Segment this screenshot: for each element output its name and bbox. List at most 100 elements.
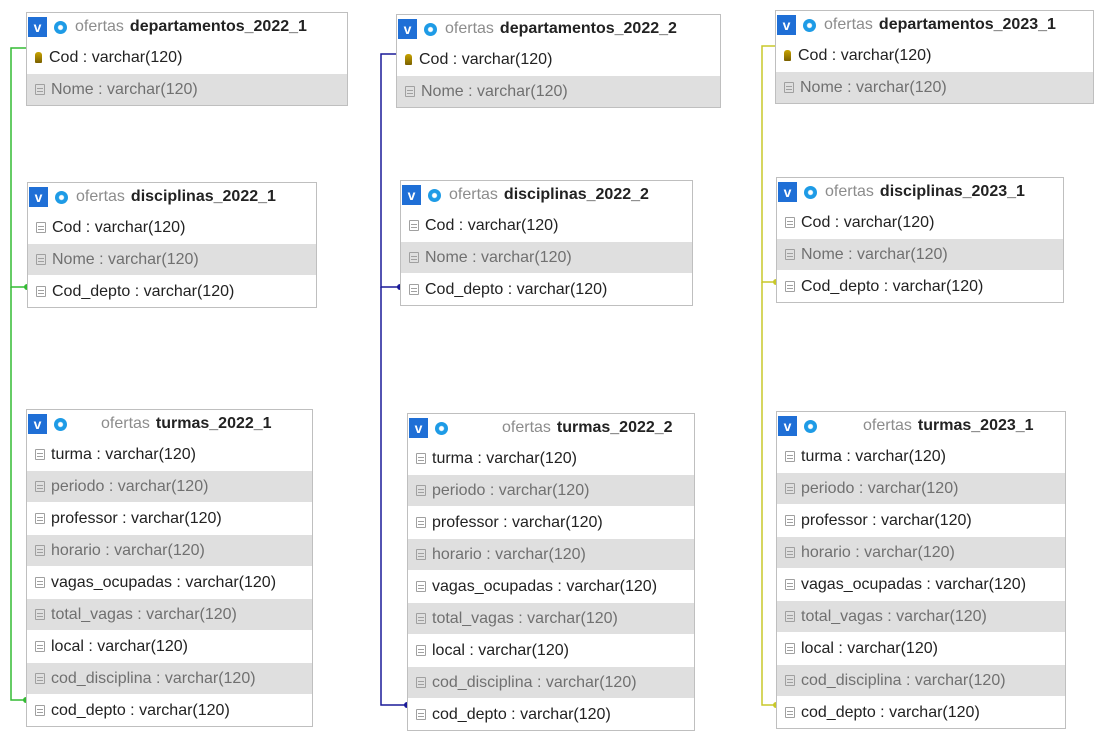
table-disciplinas-2022-1[interactable]: v ofertas disciplinas_2022_1 Cod : varchar(… — [27, 182, 317, 308]
column-row[interactable]: Nome : varchar(120) — [397, 75, 720, 107]
column-label: cod_disciplina : varchar(120) — [801, 671, 1006, 689]
table-turmas-2022-1[interactable]: v ofertas turmas_2022_1turma : varchar(120… — [26, 409, 313, 727]
column-row[interactable]: turma : varchar(120) — [777, 440, 1065, 472]
column-row[interactable]: Cod : varchar(120) — [777, 206, 1063, 238]
gear-icon[interactable] — [424, 185, 444, 205]
column-label: Cod : varchar(120) — [425, 216, 559, 234]
gear-icon[interactable] — [420, 19, 440, 39]
column-row[interactable]: turma : varchar(120) — [408, 442, 694, 474]
table-turmas-2023-1[interactable]: v ofertas turmas_2023_1 turma : varchar(120… — [776, 411, 1066, 729]
toggle-columns-icon[interactable]: v — [28, 414, 47, 434]
column-label: Nome : varchar(120) — [52, 250, 199, 268]
toggle-columns-icon[interactable]: v — [29, 187, 48, 207]
table-header[interactable]: v ofertas turmas_2023_1 — [777, 412, 1065, 440]
column-row[interactable]: total_vagas : varchar(120) — [777, 600, 1065, 632]
column-row[interactable]: vagas_ocupadas : varchar(120) — [408, 570, 694, 602]
column-row[interactable]: local : varchar(120) — [27, 630, 312, 662]
field-icon — [416, 517, 426, 528]
field-icon — [785, 547, 795, 558]
column-row[interactable]: periodo : varchar(120) — [777, 472, 1065, 504]
table-schema: ofertas — [101, 415, 150, 432]
column-row[interactable]: local : varchar(120) — [777, 632, 1065, 664]
table-name[interactable]: departamentos_2022_1 — [130, 18, 307, 36]
table-departamentos-2023-1[interactable]: v ofertas departamentos_2023_1 Cod : varcha… — [775, 10, 1094, 104]
column-row[interactable]: Cod : varchar(120) — [397, 43, 720, 75]
table-name[interactable]: turmas_2022_2 — [557, 419, 673, 437]
column-row[interactable]: Nome : varchar(120) — [28, 243, 316, 275]
gear-icon[interactable] — [799, 15, 819, 35]
gear-icon[interactable] — [800, 416, 820, 436]
column-row[interactable]: total_vagas : varchar(120) — [408, 602, 694, 634]
gear-icon[interactable] — [51, 187, 71, 207]
table-header[interactable]: v ofertas turmas_2022_2 — [408, 414, 694, 442]
column-label: horario : varchar(120) — [432, 545, 586, 563]
field-icon — [35, 577, 45, 588]
column-row[interactable]: turma : varchar(120) — [27, 438, 312, 470]
table-departamentos-2022-1[interactable]: v ofertas departamentos_2022_1 Cod : varcha… — [26, 12, 348, 106]
column-row[interactable]: Nome : varchar(120) — [776, 71, 1093, 103]
column-row[interactable]: cod_depto : varchar(120) — [27, 694, 312, 726]
table-disciplinas-2022-2[interactable]: v ofertas disciplinas_2022_2 Cod : varchar(… — [400, 180, 693, 306]
column-row[interactable]: vagas_ocupadas : varchar(120) — [27, 566, 312, 598]
table-header[interactable]: v ofertas departamentos_2022_2 — [397, 15, 720, 43]
table-departamentos-2022-2[interactable]: v ofertas departamentos_2022_2 Cod : varcha… — [396, 14, 721, 108]
column-row[interactable]: cod_depto : varchar(120) — [777, 696, 1065, 728]
table-header[interactable]: v ofertas departamentos_2022_1 — [27, 13, 347, 41]
column-row[interactable]: professor : varchar(120) — [27, 502, 312, 534]
column-row[interactable]: Nome : varchar(120) — [27, 73, 347, 105]
table-disciplinas-2023-1[interactable]: v ofertas disciplinas_2023_1 Cod : varchar(… — [776, 177, 1064, 303]
column-row[interactable]: Nome : varchar(120) — [777, 238, 1063, 270]
gear-icon[interactable] — [50, 17, 70, 37]
column-row[interactable]: professor : varchar(120) — [777, 504, 1065, 536]
column-row[interactable]: horario : varchar(120) — [777, 536, 1065, 568]
column-row[interactable]: Cod : varchar(120) — [27, 41, 347, 73]
column-row[interactable]: Nome : varchar(120) — [401, 241, 692, 273]
column-row[interactable]: vagas_ocupadas : varchar(120) — [777, 568, 1065, 600]
column-row[interactable]: horario : varchar(120) — [408, 538, 694, 570]
column-row[interactable]: horario : varchar(120) — [27, 534, 312, 566]
toggle-columns-icon[interactable]: v — [28, 17, 47, 37]
table-turmas-2022-2[interactable]: v ofertas turmas_2022_2 turma : varchar(120… — [407, 413, 695, 731]
column-row[interactable]: cod_disciplina : varchar(120) — [777, 664, 1065, 696]
table-name[interactable]: turmas_2023_1 — [918, 417, 1034, 435]
table-header[interactable]: v ofertas disciplinas_2022_2 — [401, 181, 692, 209]
column-row[interactable]: professor : varchar(120) — [408, 506, 694, 538]
gear-icon[interactable] — [50, 414, 70, 434]
toggle-columns-icon[interactable]: v — [778, 182, 797, 202]
column-row[interactable]: Cod_depto : varchar(120) — [777, 270, 1063, 302]
toggle-columns-icon[interactable]: v — [778, 416, 797, 436]
column-label: Cod : varchar(120) — [419, 50, 553, 68]
column-row[interactable]: local : varchar(120) — [408, 634, 694, 666]
column-label: periodo : varchar(120) — [51, 477, 209, 495]
table-name[interactable]: turmas_2022_1 — [156, 415, 272, 433]
column-row[interactable]: total_vagas : varchar(120) — [27, 598, 312, 630]
gear-icon[interactable] — [431, 418, 451, 438]
table-name[interactable]: departamentos_2022_2 — [500, 20, 677, 38]
column-row[interactable]: cod_disciplina : varchar(120) — [408, 666, 694, 698]
toggle-columns-icon[interactable]: v — [402, 185, 421, 205]
column-row[interactable]: periodo : varchar(120) — [27, 470, 312, 502]
toggle-columns-icon[interactable]: v — [409, 418, 428, 438]
table-header[interactable]: v ofertas disciplinas_2023_1 — [777, 178, 1063, 206]
toggle-columns-icon[interactable]: v — [777, 15, 796, 35]
column-row[interactable]: Cod_depto : varchar(120) — [401, 273, 692, 305]
table-header[interactable]: v ofertas disciplinas_2022_1 — [28, 183, 316, 211]
column-row[interactable]: Cod : varchar(120) — [401, 209, 692, 241]
column-label: Cod_depto : varchar(120) — [52, 282, 235, 300]
column-row[interactable]: cod_disciplina : varchar(120) — [27, 662, 312, 694]
table-name[interactable]: disciplinas_2022_2 — [504, 186, 649, 204]
table-name[interactable]: departamentos_2023_1 — [879, 16, 1056, 34]
toggle-columns-icon[interactable]: v — [398, 19, 417, 39]
column-row[interactable]: Cod : varchar(120) — [776, 39, 1093, 71]
column-row[interactable]: periodo : varchar(120) — [408, 474, 694, 506]
column-row[interactable]: Cod_depto : varchar(120) — [28, 275, 316, 307]
table-header[interactable]: v ofertas departamentos_2023_1 — [776, 11, 1093, 39]
field-icon — [36, 222, 46, 233]
table-header[interactable]: v ofertas turmas_2022_1 — [27, 410, 312, 438]
column-row[interactable]: cod_depto : varchar(120) — [408, 698, 694, 730]
table-name[interactable]: disciplinas_2023_1 — [880, 183, 1025, 201]
column-row[interactable]: Cod : varchar(120) — [28, 211, 316, 243]
connector-2023-1-to-disciplinas — [761, 45, 776, 283]
gear-icon[interactable] — [800, 182, 820, 202]
table-name[interactable]: disciplinas_2022_1 — [131, 188, 276, 206]
